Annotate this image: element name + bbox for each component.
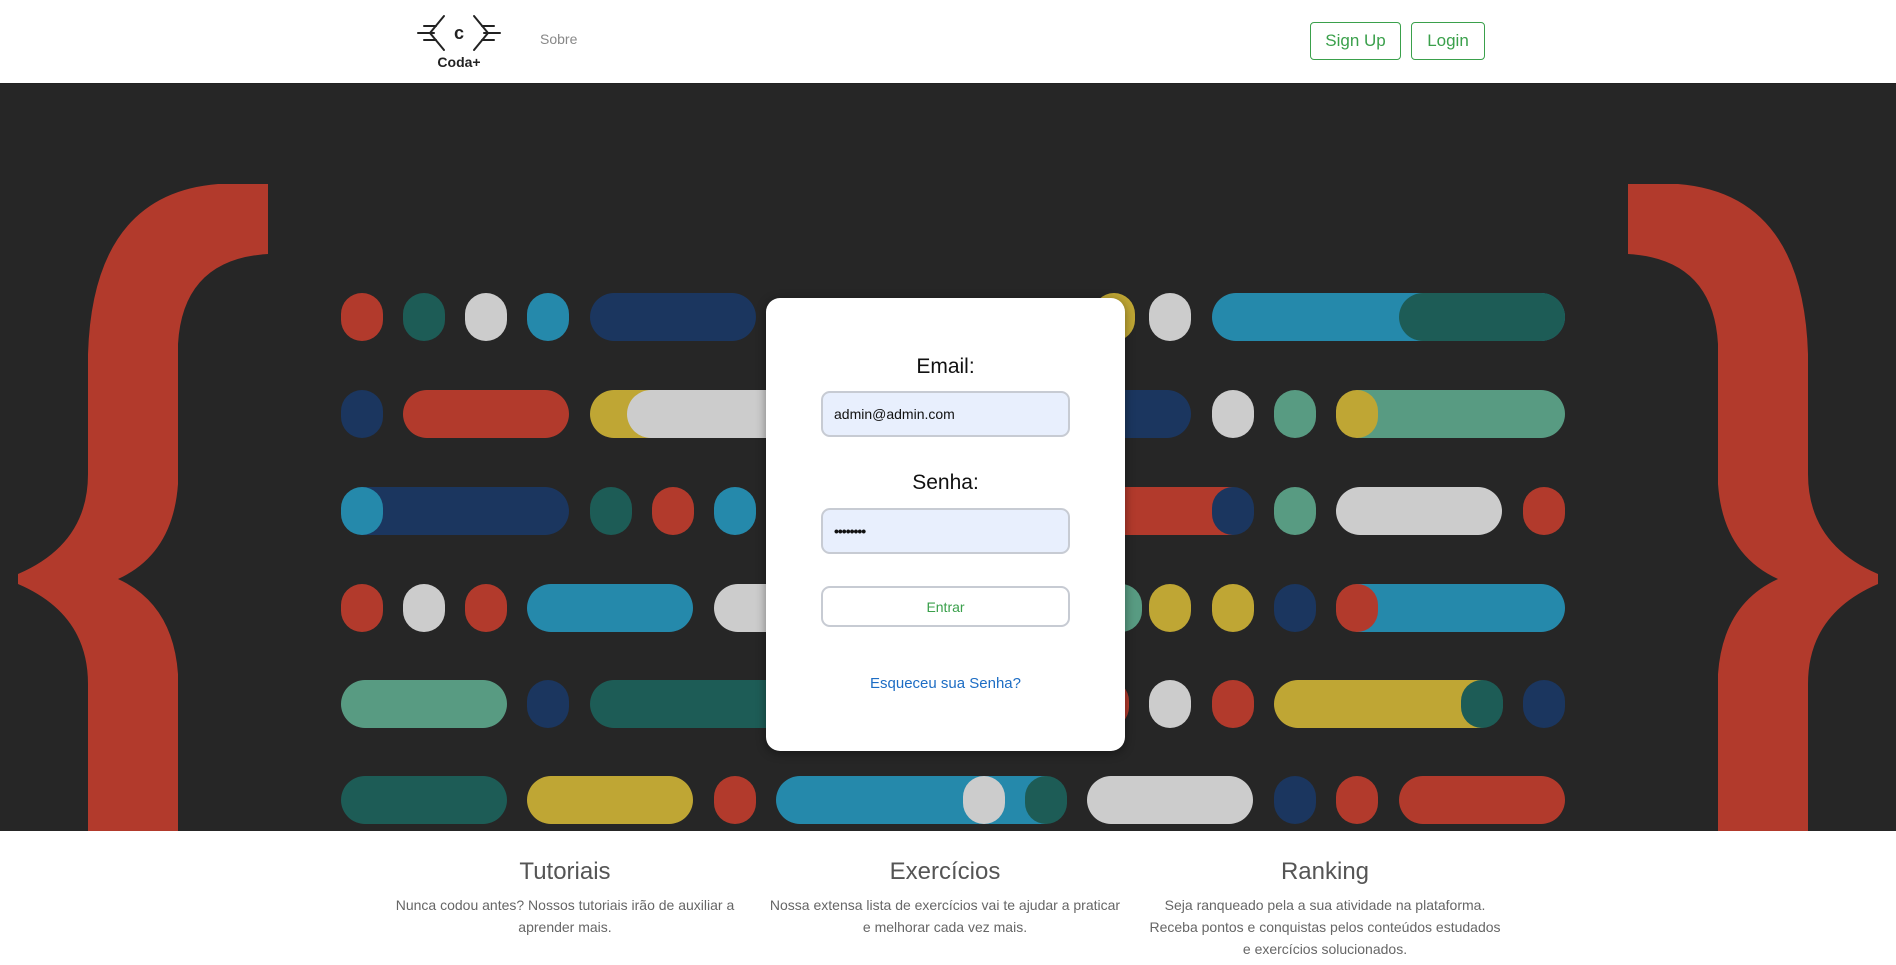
decor-dot <box>590 487 632 535</box>
decor-dot <box>527 680 569 728</box>
decor-pill <box>527 584 693 632</box>
feature-tutorials: Tutoriais Nunca codou antes? Nossos tuto… <box>385 858 745 938</box>
nav-about-link[interactable]: Sobre <box>540 31 577 47</box>
feature-title: Tutoriais <box>519 858 611 885</box>
feature-ranking: Ranking Seja ranqueado pela a sua ativid… <box>1145 858 1505 960</box>
decor-dot <box>1461 680 1503 728</box>
feature-title: Ranking <box>1280 858 1370 885</box>
email-label: Email: <box>916 355 975 378</box>
decor-dot <box>963 776 1005 824</box>
email-field[interactable] <box>821 391 1070 437</box>
login-button[interactable]: Login <box>1411 22 1485 60</box>
feature-title: Exercícios <box>889 858 1001 885</box>
decor-dot <box>1149 680 1191 728</box>
decor-dot <box>1149 293 1191 341</box>
logo-letter: c <box>454 23 464 43</box>
left-curly-brace-icon <box>18 184 268 831</box>
decor-dot <box>1212 487 1254 535</box>
decor-dot <box>1212 390 1254 438</box>
decor-pill <box>1336 487 1502 535</box>
decor-pill <box>590 293 756 341</box>
decor-pill <box>403 390 569 438</box>
decor-dot <box>1274 776 1316 824</box>
feature-exercises: Exercícios Nossa extensa lista de exercí… <box>765 858 1125 938</box>
decor-dot <box>341 293 383 341</box>
password-field[interactable] <box>821 508 1070 554</box>
decor-dot <box>1274 584 1316 632</box>
logo-text: Coda+ <box>437 54 481 70</box>
decor-dot <box>1523 680 1565 728</box>
right-curly-brace-icon <box>1628 184 1878 831</box>
decor-dot <box>341 584 383 632</box>
decor-dot <box>403 584 445 632</box>
decor-dot <box>1274 390 1316 438</box>
login-card: Email: Senha: Entrar Esqueceu sua Senha? <box>766 298 1125 751</box>
code-brackets-logo-icon: c <box>417 15 501 51</box>
decor-dot <box>1149 584 1191 632</box>
password-label: Senha: <box>912 471 979 494</box>
signup-button[interactable]: Sign Up <box>1310 22 1401 60</box>
decor-pill <box>1087 776 1253 824</box>
feature-description: Nossa extensa lista de exercícios vai te… <box>769 897 1121 935</box>
decor-dot <box>1336 390 1378 438</box>
decor-dot <box>1336 776 1378 824</box>
decor-dot <box>1025 776 1067 824</box>
decor-dot <box>1336 584 1378 632</box>
top-navbar: c Coda+ Sobre Sign Up Login <box>0 0 1896 84</box>
feature-description: Nunca codou antes? Nossos tutoriais irão… <box>395 897 735 935</box>
decor-pill <box>1399 293 1565 341</box>
decor-dot <box>465 293 507 341</box>
decor-dot <box>714 487 756 535</box>
decor-pill <box>1399 776 1565 824</box>
decor-dot <box>341 487 383 535</box>
decor-dot <box>1212 680 1254 728</box>
decor-dot <box>1523 487 1565 535</box>
decor-dot <box>714 776 756 824</box>
coda-logo[interactable]: c Coda+ <box>416 12 502 72</box>
decor-pill <box>527 776 693 824</box>
decor-dot <box>1212 584 1254 632</box>
decor-dot <box>465 584 507 632</box>
decor-dot <box>652 487 694 535</box>
feature-description: Seja ranqueado pela a sua atividade na p… <box>1149 897 1501 957</box>
decor-pill <box>341 776 507 824</box>
submit-login-button[interactable]: Entrar <box>821 586 1070 627</box>
decor-dot <box>527 293 569 341</box>
decor-dot <box>341 390 383 438</box>
decor-dot <box>403 293 445 341</box>
hero-banner: Email: Senha: Entrar Esqueceu sua Senha? <box>0 84 1896 831</box>
forgot-password-link[interactable]: Esqueceu sua Senha? <box>766 675 1125 692</box>
decor-pill <box>776 776 1067 824</box>
decor-pill <box>341 680 507 728</box>
decor-dot <box>1274 487 1316 535</box>
